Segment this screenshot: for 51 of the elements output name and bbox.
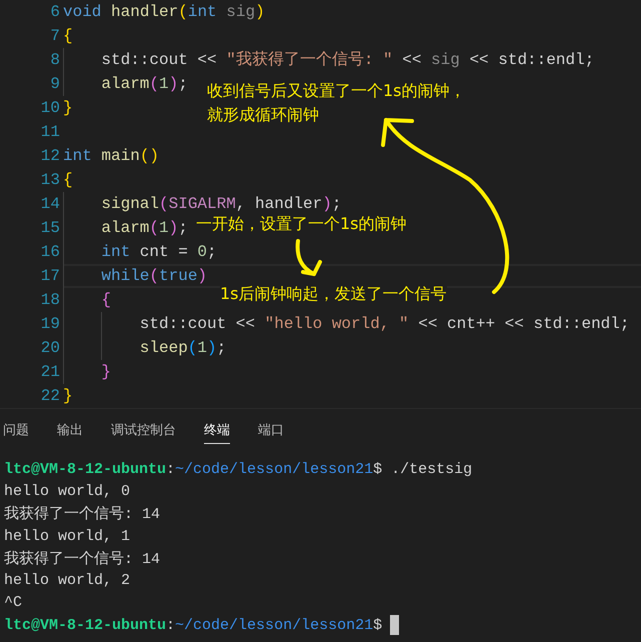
code-line: } <box>101 362 111 382</box>
terminal-line: hello world, 1 <box>4 528 130 545</box>
panel-tab[interactable]: 端口 <box>258 414 284 444</box>
line-number: 19 <box>40 315 60 333</box>
code-line: int cnt = 0; <box>101 242 217 262</box>
code-line: signal(SIGALRM, handler); <box>101 194 342 214</box>
line-number: 22 <box>40 387 60 405</box>
code-line: while(true) <box>101 266 208 286</box>
line-number: 18 <box>40 291 60 309</box>
code-line: std::cout << "hello world, " << cnt++ << std::endl; <box>140 314 630 334</box>
code-line: alarm(1); <box>101 218 188 238</box>
terminal-line: ^C <box>4 594 22 612</box>
code-line: std::cout << "我获得了一个信号: " << sig << std::endl; <box>101 50 594 70</box>
line-number: 10 <box>40 99 60 117</box>
panel-tab[interactable]: 调试控制台 <box>111 414 176 444</box>
line-number: 9 <box>49 75 60 93</box>
line-number: 15 <box>40 219 60 237</box>
terminal-line: ltc@VM-8-12-ubuntu:~/code/lesson/lesson21$ <box>4 616 382 634</box>
line-number: 12 <box>40 147 60 165</box>
code-line: sleep(1); <box>140 338 226 358</box>
line-number: 6 <box>49 3 60 21</box>
code-line: { <box>63 26 73 46</box>
code-line: int main() <box>63 146 160 166</box>
line-number: 8 <box>49 51 60 69</box>
code-line: } <box>63 98 73 118</box>
panel-tab[interactable]: 问题 <box>3 414 29 444</box>
annotation-text: 一开始，设置了一个1s的闹钟 <box>196 213 407 235</box>
panel-tab[interactable]: 输出 <box>57 414 83 444</box>
terminal-line: 我获得了一个信号: 14 <box>4 504 160 524</box>
line-number: 16 <box>40 243 60 261</box>
terminal-line: ltc@VM-8-12-ubuntu:~/code/lesson/lesson21$ ./testsig <box>4 460 472 478</box>
terminal-line: hello world, 0 <box>4 482 130 500</box>
annotation-text: 1s后闹钟响起，发送了一个信号 <box>220 283 447 305</box>
line-number: 21 <box>40 363 60 381</box>
code-line: { <box>101 290 111 310</box>
line-number: 14 <box>40 195 60 213</box>
annotation-text: 就形成循环闹钟 <box>207 104 319 126</box>
line-number: 11 <box>40 123 60 141</box>
code-line: void handler(int sig) <box>63 2 265 22</box>
line-number: 7 <box>49 27 60 45</box>
line-number: 20 <box>40 339 60 357</box>
code-line: alarm(1); <box>101 74 188 94</box>
terminal-line: hello world, 2 <box>4 572 130 590</box>
terminal-line: 我获得了一个信号: 14 <box>4 550 160 568</box>
code-line: } <box>63 386 73 406</box>
curved-arrow <box>296 239 322 276</box>
code-line: { <box>63 170 73 190</box>
panel-tab[interactable]: 终端 <box>204 414 230 444</box>
line-number: 13 <box>40 171 60 189</box>
line-number: 17 <box>40 267 60 285</box>
annotation-text: 收到信号后又设置了一个1s的闹钟， <box>207 80 466 102</box>
